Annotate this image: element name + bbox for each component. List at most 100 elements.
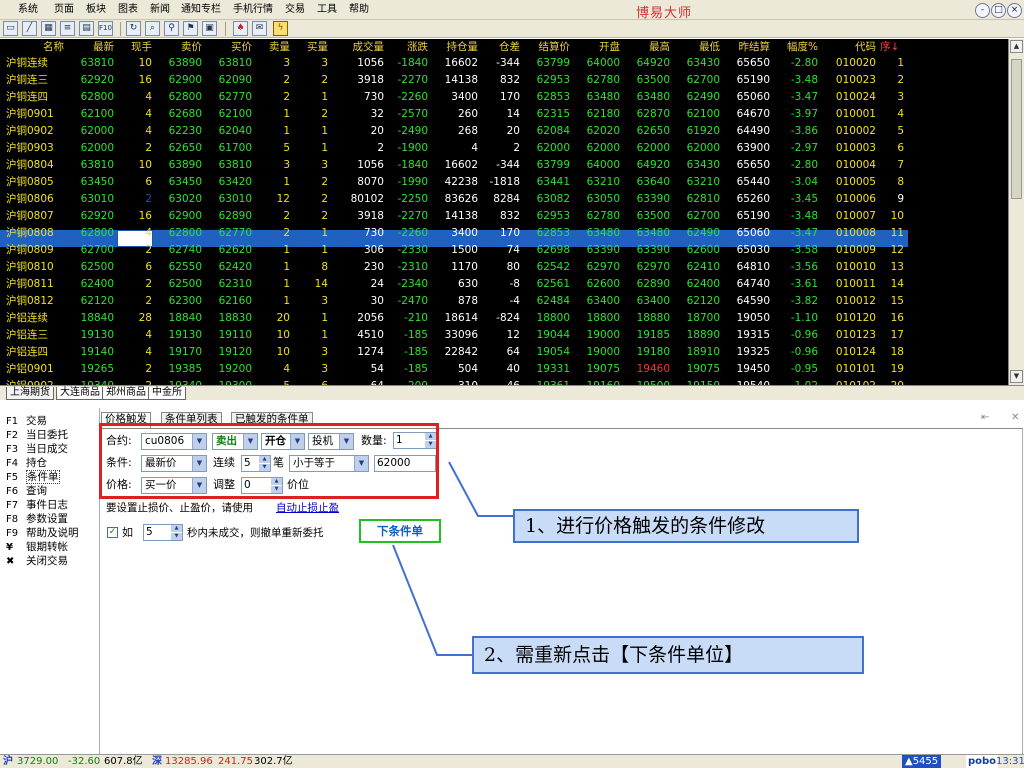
table-row[interactable]: 沪铜连四 62800 4 62800 62770 2 1 730 -2260 3400 170 628… bbox=[0, 89, 908, 106]
column-header[interactable]: 卖量 bbox=[258, 40, 290, 54]
table-row[interactable]: 沪铜0901 62100 4 62680 62100 1 2 32 -2570 260 14 6231… bbox=[0, 106, 908, 123]
column-header[interactable]: 最高 bbox=[624, 40, 670, 54]
menu-chart[interactable]: 图表 bbox=[118, 4, 138, 16]
vertical-scrollbar[interactable]: ▲ ▼ bbox=[1008, 39, 1024, 385]
alert-icon[interactable]: ⚑ bbox=[183, 21, 198, 36]
table-cell: -0.96 bbox=[790, 346, 818, 358]
table-row[interactable]: 沪铜连续 63810 10 63890 63810 3 3 1056 -1840 16602 -34… bbox=[0, 55, 908, 72]
table-row[interactable]: 沪铜0805 63450 6 63450 63420 1 2 8070 -1990 42238 -1… bbox=[0, 174, 908, 191]
nav-item[interactable]: F8 参数设置 bbox=[6, 512, 68, 526]
table-row[interactable]: 沪铜0806 63010 2 63020 63010 12 2 80102 -2250 83626… bbox=[0, 191, 908, 208]
column-header[interactable]: 买量 bbox=[296, 40, 328, 54]
nav-item[interactable]: F3 当日成交 bbox=[6, 442, 68, 456]
menu-page[interactable]: 页面 bbox=[54, 4, 74, 16]
tab-shfe[interactable]: 上海期货 bbox=[6, 387, 54, 400]
column-header[interactable]: 最低 bbox=[674, 40, 720, 54]
report-icon[interactable]: ▤ bbox=[79, 21, 94, 36]
table-row[interactable]: 沪铜0811 62400 2 62500 62310 1 14 24 -2340 630 -8 625… bbox=[0, 276, 908, 293]
table-row[interactable]: 沪铝090219340219340193005664-2003104619361… bbox=[0, 378, 908, 385]
column-header[interactable]: 幅度% bbox=[774, 40, 818, 54]
menu-notice[interactable]: 通知专栏 bbox=[181, 4, 221, 16]
table-row[interactable]: 沪铝连四 19140 4 19170 19120 10 3 1274 -185 22842 64 19… bbox=[0, 344, 908, 361]
nav-item[interactable]: F6 查询 bbox=[6, 484, 47, 498]
scroll-down-icon[interactable]: ▼ bbox=[1010, 370, 1023, 383]
table-cell: -1.02 bbox=[774, 378, 818, 385]
calendar-icon[interactable]: ▣ bbox=[202, 21, 217, 36]
news-icon[interactable]: ✉ bbox=[252, 21, 267, 36]
column-header[interactable]: 卖价 bbox=[156, 40, 202, 54]
close-pane-icon[interactable]: ✕ bbox=[1011, 412, 1019, 423]
minimize-button[interactable]: - bbox=[975, 3, 990, 18]
table-row[interactable]: 沪铝连续 18840 28 18840 18830 20 1 2056 -210 18614 -82… bbox=[0, 310, 908, 327]
column-header[interactable]: 昨结算 bbox=[720, 40, 771, 54]
column-header[interactable]: 最新 bbox=[68, 40, 114, 54]
table-row[interactable]: 沪铜0809 62700 2 62740 62620 1 1 306 -2330 1500 74 62… bbox=[0, 242, 908, 259]
pin-icon[interactable]: ⇤ bbox=[981, 412, 989, 423]
refresh-icon[interactable]: ↻ bbox=[126, 21, 141, 36]
submit-condition-button[interactable]: 下条件单 bbox=[359, 519, 441, 543]
table-row[interactable]: 沪铜连三 62920 16 62900 62090 2 2 3918 -2270 14138 832… bbox=[0, 72, 908, 89]
chart-icon[interactable]: ╱ bbox=[22, 21, 37, 36]
nav-item[interactable]: ✖ 关闭交易 bbox=[6, 554, 68, 568]
nav-item[interactable]: F5 条件单 bbox=[6, 470, 60, 484]
column-header[interactable]: 代码 bbox=[822, 40, 876, 54]
table-row[interactable]: 沪铝0901 19265 2 19385 19200 4 3 54 -185 504 40 19331… bbox=[0, 361, 908, 378]
table-row[interactable]: 沪铜0810 62500 6 62550 62420 1 8 230 -2310 1170 80 62… bbox=[0, 259, 908, 276]
table-row[interactable]: 沪铜0807 62920 16 62900 62890 2 2 3918 -2270 14138 8… bbox=[0, 208, 908, 225]
table-row[interactable]: 沪铜0804 63810 10 63890 63810 3 3 1056 -1840 16602 -… bbox=[0, 157, 908, 174]
column-header[interactable]: 开盘 bbox=[574, 40, 620, 54]
stop-link[interactable]: 自动止损止盈 bbox=[276, 500, 339, 516]
retry-stepper[interactable]: 5 ▲ ▼ bbox=[143, 524, 183, 541]
list-icon[interactable]: ≡ bbox=[60, 21, 75, 36]
f10-icon[interactable]: F10 bbox=[98, 21, 113, 36]
column-header[interactable]: 序↓ bbox=[880, 40, 906, 54]
menu-help[interactable]: 帮助 bbox=[349, 4, 369, 16]
column-header[interactable]: 涨跌 bbox=[390, 40, 428, 54]
search-icon[interactable]: ⌕ bbox=[145, 21, 160, 36]
menu-trade[interactable]: 交易 bbox=[285, 4, 305, 16]
splitter[interactable] bbox=[0, 400, 1024, 408]
nav-item[interactable]: F4 持仓 bbox=[6, 456, 47, 470]
new-icon[interactable]: ▭ bbox=[3, 21, 18, 36]
menu-tools[interactable]: 工具 bbox=[317, 4, 337, 16]
column-header[interactable]: 仓差 bbox=[478, 40, 520, 54]
tab-cffex[interactable]: 中金所 bbox=[148, 387, 186, 400]
table-icon[interactable]: ▦ bbox=[41, 21, 56, 36]
bell-icon[interactable]: ♠ bbox=[233, 21, 248, 36]
nav-item[interactable]: F1 交易 bbox=[6, 414, 47, 428]
table-row[interactable]: 沪铜0812 62120 2 62300 62160 1 3 30 -2470 878 -4 6248… bbox=[0, 293, 908, 310]
table-row[interactable]: 沪铜0808 62800 4 62800 62770 2 1 730 -2260 3400 170 6… bbox=[0, 225, 908, 242]
column-header[interactable]: 名称 bbox=[6, 40, 64, 54]
spin-up-icon[interactable]: ▲ bbox=[171, 525, 182, 532]
tab-dce[interactable]: 大连商品 bbox=[56, 387, 104, 400]
zoom-icon[interactable]: ⚲ bbox=[164, 21, 179, 36]
table-cell: -2490 bbox=[397, 125, 428, 137]
table-row[interactable]: 沪铝连三 19130 4 19130 19110 10 1 4510 -185 33096 12 19… bbox=[0, 327, 908, 344]
column-header[interactable]: 买价 bbox=[206, 40, 252, 54]
column-header[interactable]: 成交量 bbox=[332, 40, 385, 54]
nav-item[interactable]: ¥ 银期转帐 bbox=[6, 540, 68, 554]
table-row[interactable]: 沪铜0902 62000 4 62230 62040 1 1 20 -2490 268 20 6208… bbox=[0, 123, 908, 140]
restore-button[interactable]: □ bbox=[991, 3, 1006, 18]
close-button[interactable]: × bbox=[1007, 3, 1022, 18]
scroll-thumb[interactable] bbox=[1011, 59, 1022, 199]
tab-czce[interactable]: 郑州商品 bbox=[102, 387, 150, 400]
scroll-up-icon[interactable]: ▲ bbox=[1010, 40, 1023, 53]
menu-news[interactable]: 新闻 bbox=[150, 4, 170, 16]
table-row[interactable]: 沪铜0903 62000 2 62650 61700 5 1 2 -1900 4 2 62000 620… bbox=[0, 140, 908, 157]
nav-item[interactable]: F9 帮助及说明 bbox=[6, 526, 79, 540]
menu-system[interactable]: 系统 bbox=[18, 4, 38, 16]
table-cell: -3.47 bbox=[790, 91, 818, 103]
column-header[interactable]: 结算价 bbox=[524, 40, 571, 54]
spin-down-icon[interactable]: ▼ bbox=[171, 533, 182, 540]
menu-sector[interactable]: 板块 bbox=[86, 4, 106, 16]
retry-checkbox[interactable]: ✓ bbox=[107, 527, 118, 538]
table-cell: 62970 bbox=[636, 261, 670, 273]
menu-mobile[interactable]: 手机行情 bbox=[233, 4, 273, 16]
column-header[interactable]: 持仓量 bbox=[432, 40, 479, 54]
nav-item[interactable]: F2 当日委托 bbox=[6, 428, 68, 442]
table-cell: 32 bbox=[370, 108, 384, 120]
lightning-icon[interactable]: ϟ bbox=[273, 21, 288, 36]
column-header[interactable]: 现手 bbox=[117, 40, 152, 54]
nav-item[interactable]: F7 事件日志 bbox=[6, 498, 68, 512]
